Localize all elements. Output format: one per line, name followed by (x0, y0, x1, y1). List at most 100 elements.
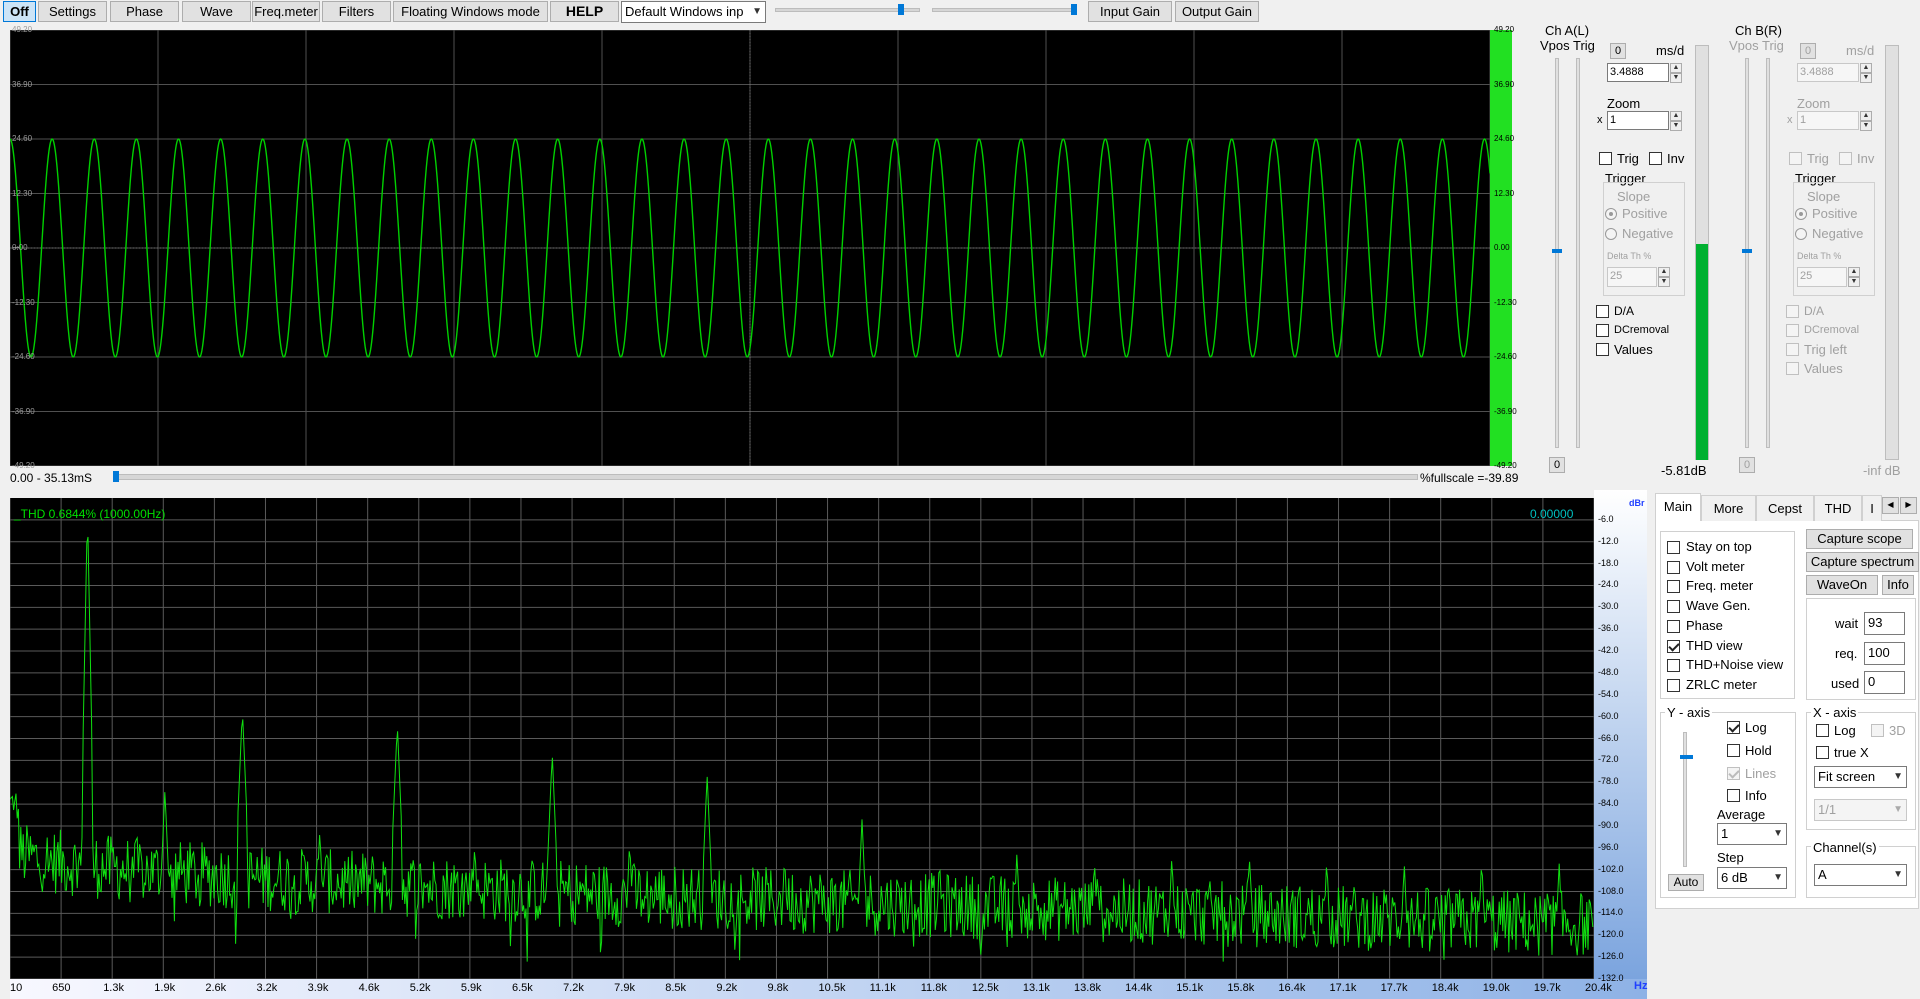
floating-windows-button[interactable]: Floating Windows mode (393, 1, 548, 22)
ch-a-delta-up[interactable]: ▲ (1658, 267, 1670, 277)
zrlc-meter-checkbox[interactable] (1667, 678, 1680, 692)
ch-b-bottom-zero-button[interactable]: 0 (1739, 457, 1755, 473)
ch-a-inv-checkbox[interactable] (1649, 152, 1662, 165)
ch-b-positive-radio[interactable] (1795, 208, 1807, 220)
y-info-checkbox[interactable] (1727, 789, 1740, 802)
tab-thd[interactable]: THD (1814, 495, 1862, 521)
ch-b-delta-up[interactable]: ▲ (1848, 267, 1860, 277)
time-scrollbar-thumb[interactable] (113, 471, 119, 482)
thd-view-checkbox[interactable] (1667, 639, 1680, 653)
volt-meter-checkbox[interactable] (1667, 560, 1680, 574)
tab-main[interactable]: Main (1655, 493, 1701, 521)
output-gain-slider-thumb[interactable] (1071, 4, 1078, 15)
input-gain-button[interactable]: Input Gain (1088, 1, 1172, 22)
ch-b-vpos-slider-thumb[interactable] (1742, 249, 1752, 253)
ch-a-delta-down[interactable]: ▼ (1658, 277, 1670, 287)
wave-button[interactable]: Wave (182, 1, 251, 22)
tab-cepst[interactable]: Cepst (1756, 495, 1814, 521)
off-button[interactable]: Off (3, 1, 36, 22)
ch-a-da-checkbox[interactable] (1596, 305, 1609, 318)
thd-noise-view-checkbox[interactable] (1667, 659, 1680, 673)
ch-a-dcremoval-checkbox[interactable] (1596, 324, 1609, 337)
ch-b-trig-checkbox[interactable] (1789, 152, 1802, 165)
x-log-checkbox[interactable] (1816, 724, 1829, 737)
filters-button[interactable]: Filters (322, 1, 391, 22)
3d-checkbox[interactable] (1871, 724, 1884, 737)
ch-a-delta-input[interactable]: 25 (1607, 267, 1657, 287)
wait-field[interactable]: 93 (1864, 612, 1905, 635)
input-gain-slider-thumb[interactable] (898, 4, 905, 15)
ch-b-zoom-up[interactable]: ▲ (1860, 111, 1872, 121)
freq-meter-button[interactable]: Freq.meter (252, 1, 320, 22)
output-gain-slider[interactable] (932, 8, 1077, 12)
channel-select[interactable]: A ▼ (1814, 864, 1907, 886)
ch-b-trig-left-checkbox[interactable] (1786, 343, 1799, 356)
y-log-checkbox[interactable] (1727, 721, 1740, 734)
y-axis-slider[interactable] (1683, 732, 1687, 867)
ch-a-zoom-up[interactable]: ▲ (1670, 111, 1682, 121)
oscilloscope-display[interactable] (10, 30, 1490, 466)
tab-scroll-left-icon[interactable]: ◀ (1882, 497, 1899, 514)
ch-b-delta-down[interactable]: ▼ (1848, 277, 1860, 287)
ch-a-negative-radio[interactable] (1605, 228, 1617, 240)
auto-button[interactable]: Auto (1668, 874, 1704, 891)
ch-a-bottom-zero-button[interactable]: 0 (1549, 457, 1565, 473)
average-select[interactable]: 1 ▼ (1717, 823, 1787, 845)
ch-b-inv-checkbox[interactable] (1839, 152, 1852, 165)
ratio-select[interactable]: 1/1 ▼ (1814, 799, 1907, 821)
step-select[interactable]: 6 dB ▼ (1717, 867, 1787, 889)
ch-a-vpos-slider-thumb[interactable] (1552, 249, 1562, 253)
ch-b-delta-input[interactable]: 25 (1797, 267, 1847, 287)
ch-b-zoom-down[interactable]: ▼ (1860, 121, 1872, 131)
ch-a-zoom-down[interactable]: ▼ (1670, 121, 1682, 131)
ch-a-ms-down[interactable]: ▼ (1670, 73, 1682, 83)
ch-b-vpos-slider[interactable] (1745, 58, 1749, 448)
ch-a-positive-radio[interactable] (1605, 208, 1617, 220)
req-field[interactable]: 100 (1864, 642, 1905, 665)
tab-more[interactable]: More (1701, 495, 1756, 521)
true-x-checkbox[interactable] (1816, 746, 1829, 759)
freq-meter-checkbox[interactable] (1667, 580, 1680, 594)
ch-b-negative-radio[interactable] (1795, 228, 1807, 240)
info-button[interactable]: Info (1882, 575, 1914, 595)
ch-b-trig-slider[interactable] (1766, 58, 1770, 448)
ch-b-dcremoval-checkbox[interactable] (1786, 324, 1799, 337)
settings-button[interactable]: Settings (38, 1, 107, 22)
phase-button[interactable]: Phase (110, 1, 179, 22)
ch-b-ms-input[interactable]: 3.4888 (1797, 63, 1859, 82)
fit-screen-select[interactable]: Fit screen ▼ (1814, 766, 1907, 788)
ch-a-ms-input[interactable]: 3.4888 (1607, 63, 1669, 82)
wave-gen-checkbox[interactable] (1667, 600, 1680, 614)
ch-b-values-checkbox[interactable] (1786, 362, 1799, 375)
ch-b-zero-button[interactable]: 0 (1800, 43, 1816, 59)
windows-device-select[interactable]: Default Windows inp ▼ (621, 1, 766, 23)
spectrum-display[interactable]: _THD 0.6844% (1000.00Hz) 0.00000 (10, 498, 1594, 979)
used-field[interactable]: 0 (1864, 671, 1905, 694)
hold-checkbox[interactable] (1727, 744, 1740, 757)
ch-b-ms-up[interactable]: ▲ (1860, 63, 1872, 73)
wave-on-button[interactable]: WaveOn (1806, 575, 1878, 595)
phase-checkbox[interactable] (1667, 619, 1680, 633)
spectrum-x-tick: 5.9k (460, 982, 482, 994)
ch-b-ms-down[interactable]: ▼ (1860, 73, 1872, 83)
ch-a-ms-up[interactable]: ▲ (1670, 63, 1682, 73)
capture-spectrum-button[interactable]: Capture spectrum (1806, 552, 1919, 572)
ch-a-trig-slider[interactable] (1576, 58, 1580, 448)
time-scrollbar[interactable] (113, 474, 1418, 480)
tab-scroll-right-icon[interactable]: ▶ (1900, 497, 1917, 514)
ch-a-values-checkbox[interactable] (1596, 343, 1609, 356)
ch-b-zoom-input[interactable]: 1 (1797, 111, 1859, 130)
capture-scope-button[interactable]: Capture scope (1806, 529, 1913, 549)
ch-b-da-checkbox[interactable] (1786, 305, 1799, 318)
lines-checkbox[interactable] (1727, 767, 1740, 780)
output-gain-button[interactable]: Output Gain (1175, 1, 1259, 22)
ch-a-trig-checkbox[interactable] (1599, 152, 1612, 165)
ch-a-zero-button[interactable]: 0 (1610, 43, 1626, 59)
ch-a-vpos-slider[interactable] (1555, 58, 1559, 448)
help-button[interactable]: HELP (550, 1, 619, 22)
y-axis-slider-thumb[interactable] (1680, 755, 1693, 759)
ch-b-dcremoval-label: DCremoval (1804, 324, 1860, 336)
tab-i[interactable]: I (1862, 495, 1882, 521)
ch-a-zoom-input[interactable]: 1 (1607, 111, 1669, 130)
stay-on-top-checkbox[interactable] (1667, 541, 1680, 554)
